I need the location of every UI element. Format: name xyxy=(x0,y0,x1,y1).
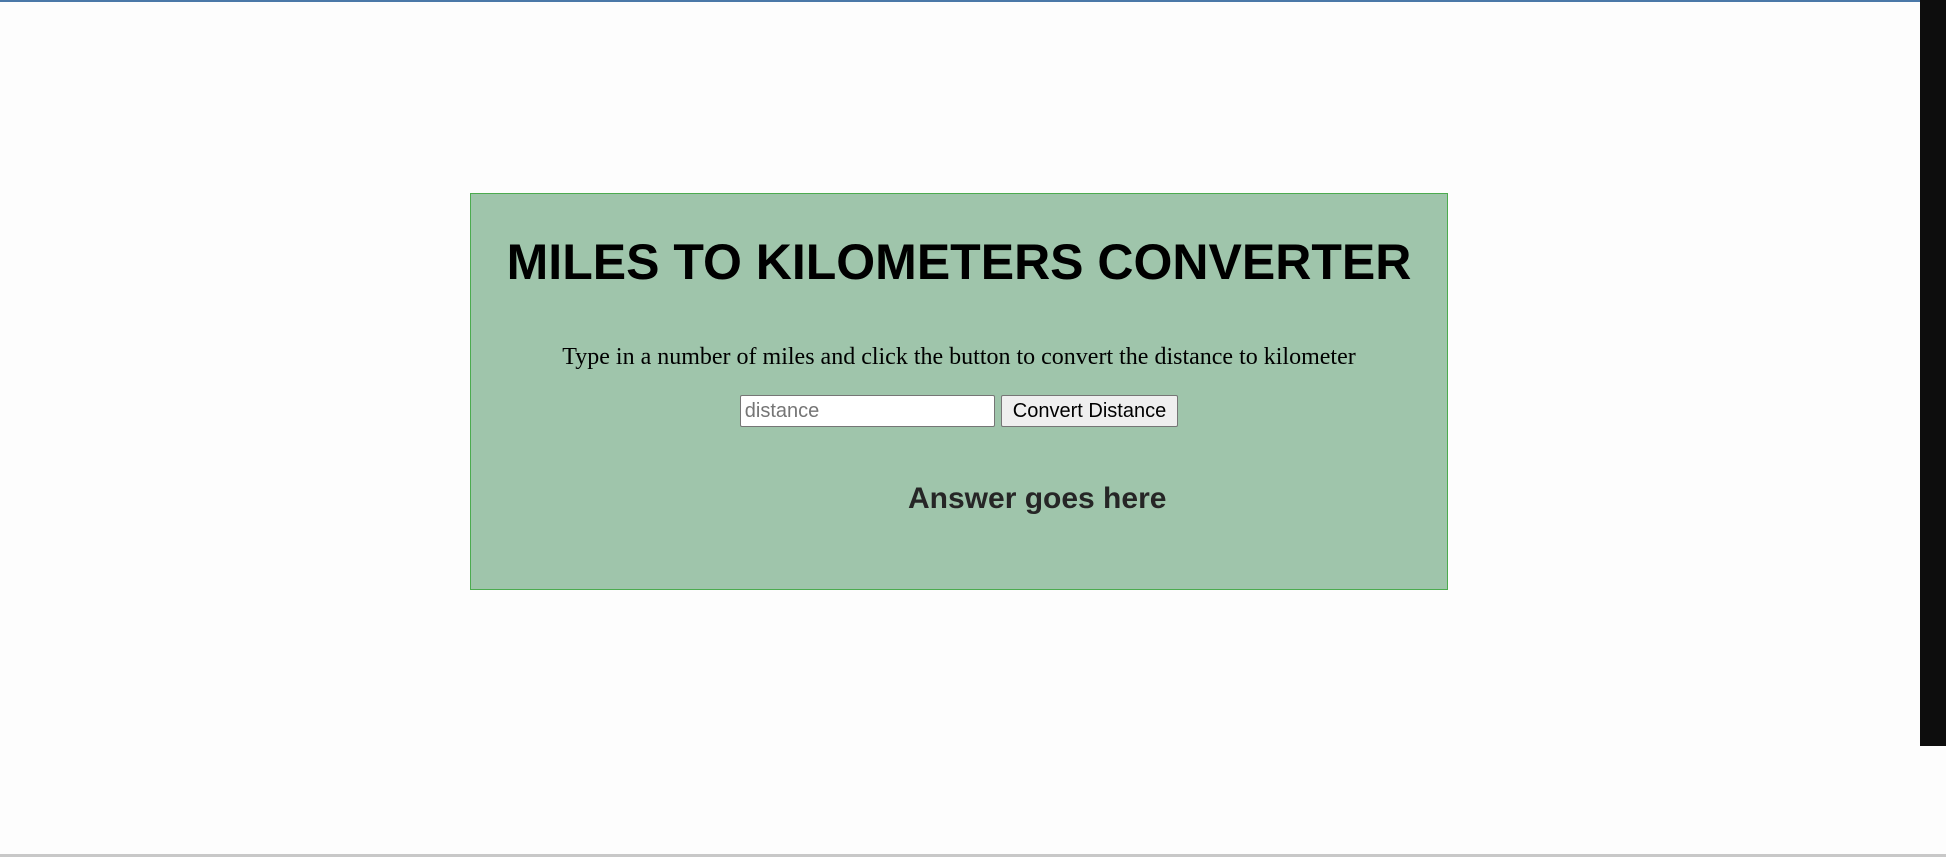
converter-card: MILES TO KILOMETERS CONVERTER Type in a … xyxy=(470,193,1448,590)
scrollbar[interactable] xyxy=(1920,0,1946,746)
distance-input[interactable] xyxy=(739,395,995,427)
page: MILES TO KILOMETERS CONVERTER Type in a … xyxy=(0,0,1946,857)
page-title: MILES TO KILOMETERS CONVERTER xyxy=(506,234,1412,290)
convert-distance-button[interactable]: Convert Distance xyxy=(1000,395,1179,427)
answer-output: Answer goes here xyxy=(908,482,1167,515)
instructions-text: Type in a number of miles and click the … xyxy=(562,344,1356,370)
converter-controls: Convert Distance xyxy=(471,395,1447,427)
top-divider xyxy=(0,0,1946,2)
